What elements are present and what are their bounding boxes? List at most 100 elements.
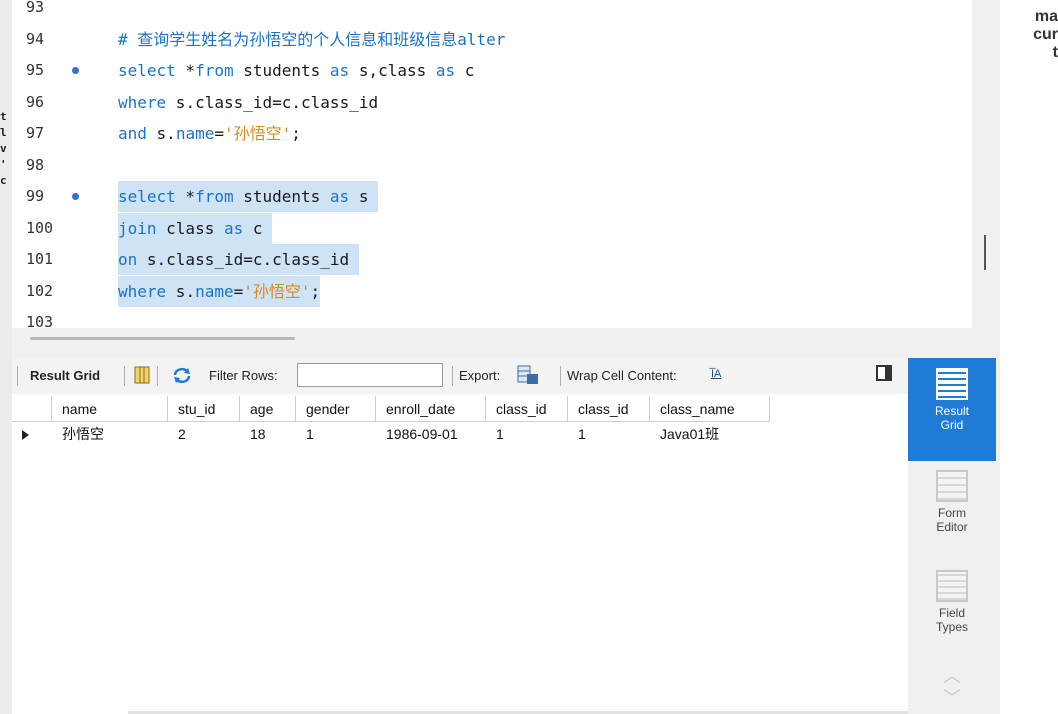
table-row[interactable]: 孙悟空 2 18 1 1986-09-01 1 1 Java01班 <box>12 422 752 446</box>
column-header[interactable]: class_id <box>486 396 568 422</box>
line-number: 101 <box>26 250 54 268</box>
code-text: where s.class_id=c.class_id <box>118 87 378 118</box>
row-pointer-icon <box>22 430 29 440</box>
column-header[interactable]: enroll_date <box>376 396 486 422</box>
splitter[interactable] <box>12 328 1000 358</box>
code-line[interactable]: 99 select *from students as s <box>12 181 972 212</box>
code-line[interactable]: 97 and s.name='孙悟空'; <box>12 118 972 149</box>
breakpoint-dot-icon[interactable] <box>72 67 79 74</box>
code-token: s.class_id=c.class_id <box>137 250 359 269</box>
code-token: from <box>195 187 234 206</box>
code-line[interactable]: 101 on s.class_id=c.class_id <box>12 244 972 275</box>
code-token: join <box>118 218 157 238</box>
result-grid-label[interactable]: Result Grid <box>30 368 100 383</box>
toolbar-separator <box>17 366 18 386</box>
code-token: name <box>175 124 215 143</box>
filter-rows-label: Filter Rows: <box>209 368 278 383</box>
filter-rows-input[interactable] <box>297 363 443 387</box>
result-grid-view-button[interactable]: Result Grid <box>908 358 996 461</box>
code-token: name <box>195 281 234 301</box>
column-header[interactable]: class_id <box>568 396 650 422</box>
result-grid-icon <box>936 368 968 400</box>
line-number: 99 <box>26 187 45 205</box>
code-token: * <box>175 61 196 80</box>
code-token: as <box>435 61 456 80</box>
column-header[interactable]: name <box>52 396 168 422</box>
result-panel: Result Grid Filter Rows: Export: Wrap Ce… <box>12 358 908 714</box>
line-number: 100 <box>26 218 54 237</box>
table-cell[interactable]: 1 <box>296 422 376 446</box>
table-cell[interactable]: 孙悟空 <box>52 422 168 446</box>
code-token: where <box>118 281 167 301</box>
code-token: select <box>118 187 176 206</box>
code-token: as <box>329 187 350 206</box>
code-line[interactable]: 93 <box>12 0 972 23</box>
code-token: students <box>233 187 330 206</box>
column-header[interactable]: class_name <box>650 396 770 422</box>
editor-horizontal-scrollbar[interactable] <box>30 337 295 340</box>
right-panel-text: ma <box>1034 8 1058 25</box>
code-token: s. <box>166 281 196 301</box>
left-edge-glyph: v <box>0 142 7 155</box>
code-token: c <box>243 218 273 238</box>
line-number: 96 <box>26 92 45 111</box>
code-token: where <box>118 92 167 112</box>
form-editor-view-button[interactable]: Form Editor <box>908 470 996 560</box>
table-cell[interactable]: 1986-09-01 <box>376 422 486 446</box>
sql-editor[interactable]: 93 94 # 查询学生姓名为孙悟空的个人信息和班级信息alter 95 select … <box>12 0 972 328</box>
code-text: # 查询学生姓名为孙悟空的个人信息和班级信息alter <box>118 24 505 55</box>
code-line[interactable]: 100 join class as c <box>12 212 972 244</box>
chevron-up-icon[interactable]: ︿ <box>938 662 966 686</box>
code-token: c <box>455 61 475 80</box>
toolbar-separator <box>124 366 125 386</box>
table-cell[interactable]: 1 <box>568 422 650 446</box>
code-token: select <box>118 61 176 80</box>
field-types-icon <box>936 570 968 602</box>
code-token: as <box>329 61 350 80</box>
code-text: select *from students as s,class as c <box>118 55 474 86</box>
editor-vertical-scrollbar[interactable] <box>984 235 986 270</box>
code-line[interactable]: 102 where s.name='孙悟空'; <box>12 275 972 307</box>
table-cell[interactable]: Java01班 <box>650 422 770 446</box>
code-token: on <box>118 250 138 269</box>
code-token: * <box>175 187 196 206</box>
code-token: s,class <box>349 61 436 80</box>
code-token: class <box>156 218 224 238</box>
field-types-view-button[interactable]: Field Types <box>908 570 996 660</box>
code-line[interactable]: 95 select *from students as s,class as c <box>12 55 972 86</box>
panel-toggle-icon[interactable] <box>876 365 892 381</box>
column-header[interactable]: stu_id <box>168 396 240 422</box>
columns-icon[interactable] <box>134 366 150 384</box>
export-icon[interactable] <box>517 365 539 385</box>
table-cell[interactable]: 2 <box>168 422 240 446</box>
line-number: 102 <box>26 281 54 300</box>
form-editor-icon <box>936 470 968 502</box>
code-line[interactable]: 94 # 查询学生姓名为孙悟空的个人信息和班级信息alter <box>12 24 972 55</box>
line-number: 97 <box>26 124 45 142</box>
refresh-icon[interactable] <box>172 366 192 384</box>
right-panel-text: t <box>1052 44 1058 61</box>
table-cell[interactable]: 18 <box>240 422 296 446</box>
code-token: s.class_id=c.class_id <box>166 92 379 112</box>
right-side-panel: ma cur t <box>1000 0 1058 714</box>
toolbar-separator <box>157 366 158 386</box>
wrap-text-icon[interactable]: I̅A <box>711 368 721 380</box>
code-line[interactable]: 96 where s.class_id=c.class_id <box>12 87 972 118</box>
code-token: and <box>118 124 147 143</box>
right-panel-text: cur <box>1033 26 1058 43</box>
code-token: '孙悟空' <box>243 281 311 301</box>
left-edge-glyph: l <box>0 126 7 139</box>
column-header[interactable]: gender <box>296 396 376 422</box>
toolbar-separator <box>560 366 561 386</box>
code-token: ; <box>291 124 301 143</box>
column-header[interactable]: age <box>240 396 296 422</box>
wrap-cell-label: Wrap Cell Content: <box>567 368 677 383</box>
breakpoint-dot-icon[interactable] <box>72 193 79 200</box>
chevron-down-icon[interactable]: ﹀ <box>938 684 966 708</box>
code-line[interactable]: 98 <box>12 150 972 181</box>
code-token: = <box>214 124 224 143</box>
code-token: '孙悟空' <box>223 124 292 143</box>
code-line[interactable]: 103 <box>12 307 972 328</box>
code-text: join class as c <box>118 212 273 244</box>
table-cell[interactable]: 1 <box>486 422 568 446</box>
